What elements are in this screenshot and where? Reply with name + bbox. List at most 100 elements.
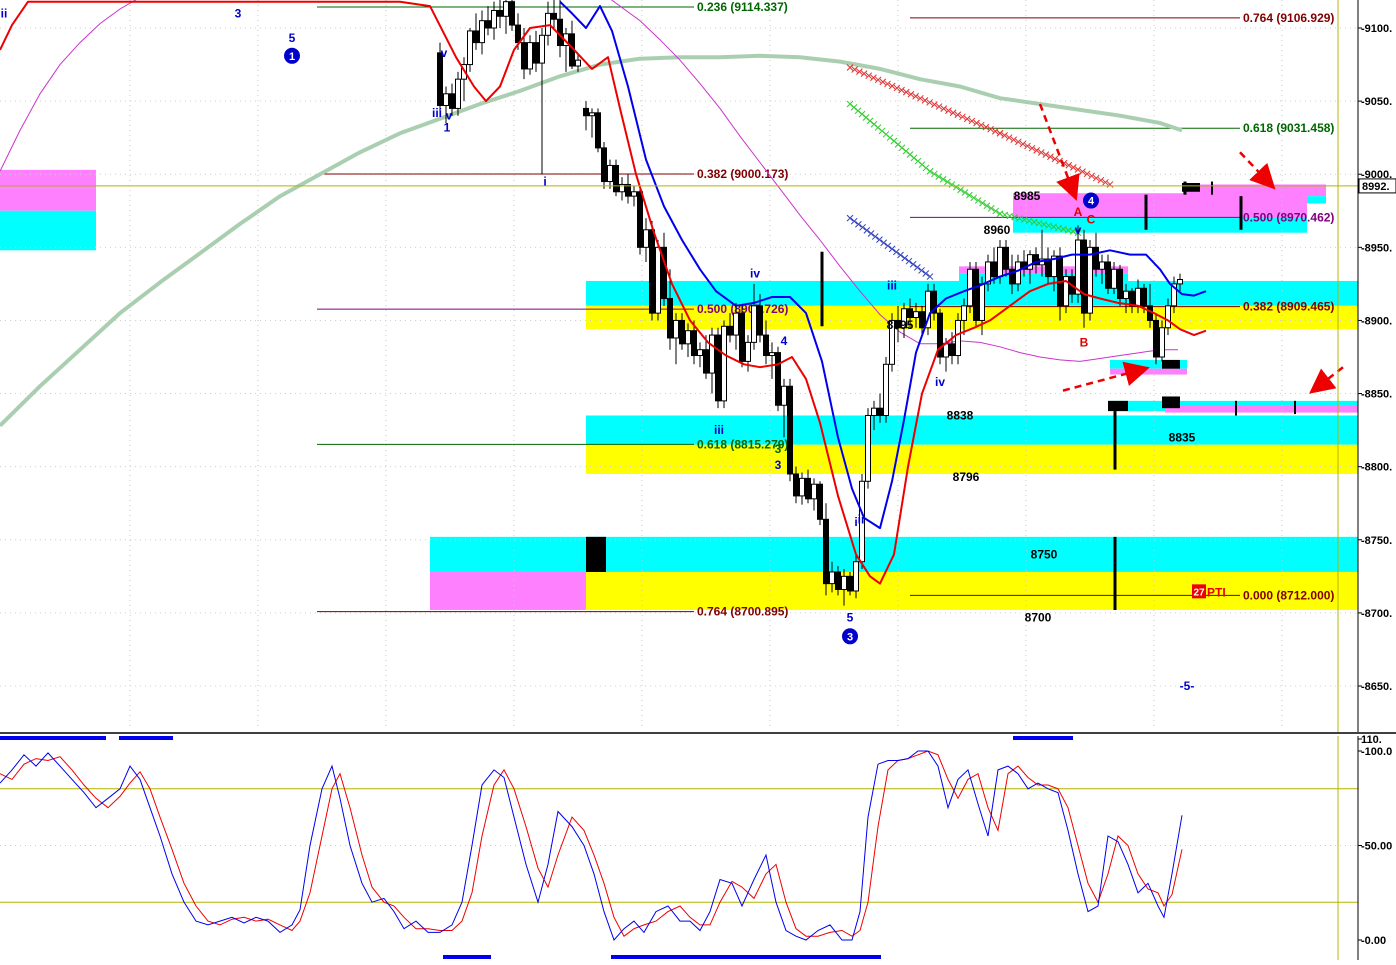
price-zone [1110,368,1187,375]
wave-label: B [1080,335,1089,349]
wave-label: 5 [847,610,854,624]
candle-body [715,334,721,402]
candle-body [583,107,589,117]
candle-body [637,191,643,248]
candle-body [847,575,853,592]
fib-level-label: 0.500 (8970.462) [1243,210,1334,224]
candle-body [613,164,619,193]
candle-body [685,330,691,345]
candle-body [763,334,769,357]
chart-root: 0.236 (9114.337) 0.382 (9000.173) 0.500 (8… [0,0,1396,960]
fib-level-label: 0.764 (8700.895) [697,605,788,619]
candle-body [491,9,497,29]
price-tick-label: -8650. [1361,681,1392,693]
price-annotation: 8835 [1169,430,1196,444]
pti-number: 27 [1193,587,1205,598]
price-tick-label: -9100. [1361,23,1392,35]
stoch-signal-bar-top [119,736,173,740]
candle-body [1111,268,1117,289]
candle-body [1015,261,1021,285]
candle-body [1159,327,1165,358]
price-zone [0,210,96,251]
price-zone [959,273,1128,281]
candle-body [841,575,847,590]
candle-body [949,343,955,357]
candle-body [589,112,595,117]
price-tick-label: -8750. [1361,535,1392,547]
candle-body [781,385,787,406]
candle-body [1087,246,1093,314]
candle-body [467,30,473,66]
candle-body [961,305,967,321]
candle-body [1105,261,1111,289]
chart-background [0,0,1396,960]
price-annotation: 8750 [1031,547,1058,561]
candle-body [515,24,521,44]
wave-label: C [1087,213,1096,227]
wave-label: iii [887,278,897,292]
wave-circle-label: 4 [1088,196,1095,208]
price-annotation: 8796 [953,470,980,484]
wave-circle-label: 3 [847,631,853,643]
candle-body [787,385,793,475]
price-tick-label: -8800. [1361,462,1392,474]
candle-body [883,363,889,416]
candle-body [1045,258,1051,278]
candle-body [679,319,685,345]
price-annotation: 8985 [1014,189,1041,203]
candle-body [607,164,613,183]
wave-label: v [1075,223,1082,237]
price-tick-label: -8700. [1361,608,1392,620]
wave-label: iv [750,267,760,281]
fib-level-label: 0.000 (8712.000) [1243,588,1334,602]
price-tick-label: -8850. [1361,389,1392,401]
candle-body [691,330,697,357]
candle-body [769,352,775,357]
wave-label: A [1074,205,1083,219]
candle-body [631,191,637,197]
candle-body [835,571,841,590]
candle-body [799,477,805,497]
stoch-signal-bar-bottom [443,955,491,959]
price-zone [1307,196,1326,204]
trading-chart: 0.236 (9114.337) 0.382 (9000.173) 0.500 (8… [0,0,1396,960]
candle-body [973,268,979,321]
candle-body [1081,239,1087,314]
candle-body [1141,287,1147,307]
candle-body [919,311,925,329]
candle-body [473,30,479,44]
candle-body [1027,254,1033,270]
stoch-tick-label: -100.0 [1361,746,1392,758]
candle-body [443,93,449,106]
candle-body [551,12,557,20]
candle-body [853,561,859,592]
wave-label: ii [858,512,865,526]
fib-level-label: 0.236 (9114.337) [697,0,788,14]
candle-body [485,20,491,29]
candle-body [527,42,533,70]
candle-body [739,312,745,362]
candle-body [865,414,871,482]
candle-body [913,311,919,319]
black-block [1162,396,1180,409]
candle-body [955,319,961,357]
price-tick-label: -8900. [1361,315,1392,327]
wave-label: i [543,175,546,189]
candle-body [823,518,829,585]
candle-body [521,42,527,70]
wave-label: 5 [289,31,296,45]
wave-label: 1 [444,120,451,134]
candle-body [673,319,679,339]
candle-body [533,42,539,64]
stoch-tick-label: 110. [1361,734,1382,746]
candle-body [649,229,655,314]
candle-body [1093,246,1099,270]
candle-body [991,261,997,278]
candle-body [811,483,817,500]
candle-body [1177,279,1183,285]
candle-body [745,341,751,362]
candle-body [503,1,509,17]
candle-body [979,283,985,321]
candle-body [907,308,913,319]
candle-body [655,246,661,314]
